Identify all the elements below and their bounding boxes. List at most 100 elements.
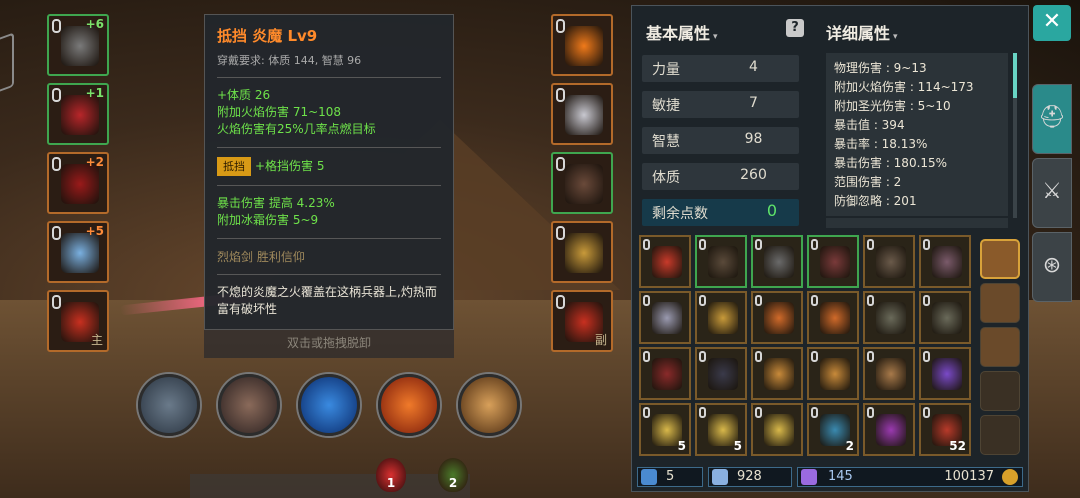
divider <box>217 147 441 148</box>
block-tag: 抵挡 <box>217 157 251 176</box>
right-equip-slot-3[interactable] <box>551 152 613 214</box>
detail-line: 物理伤害 : 9~13 <box>834 61 927 75</box>
detail-stats-list[interactable]: 物理伤害 : 9~13 附加火焰伤害 : 114~173 附加圣光伤害 : 5~… <box>826 53 1008 216</box>
lock-icon <box>755 239 762 250</box>
item-icon <box>876 358 906 390</box>
item-count: 5 <box>733 439 742 453</box>
emblem-icon: ⊛ <box>1042 253 1062 278</box>
bag-1-button[interactable] <box>980 239 1020 279</box>
item-count: 2 <box>845 439 854 453</box>
inventory-slot[interactable] <box>639 347 691 400</box>
lock-icon <box>867 351 874 362</box>
bag-5-button[interactable] <box>980 415 1020 455</box>
inventory-slot[interactable] <box>751 235 803 288</box>
bag-4-button[interactable] <box>980 371 1020 411</box>
inventory-slot[interactable] <box>863 403 915 456</box>
skill-fire-button[interactable] <box>378 374 440 436</box>
caret-icon: ▾ <box>893 32 898 42</box>
stat-name: 力量 <box>652 62 680 78</box>
lock-icon <box>923 295 930 306</box>
inventory-slot[interactable] <box>807 291 859 344</box>
tab-equipment[interactable]: ⛑ <box>1032 84 1072 154</box>
left-equip-slot-2[interactable]: +1 <box>47 83 109 145</box>
skill-sword-button[interactable] <box>138 374 200 436</box>
right-equip-slot-2[interactable] <box>551 83 613 145</box>
potion-button[interactable]: 1 <box>376 458 406 492</box>
soul-icon <box>712 469 728 485</box>
item-icon <box>708 358 738 390</box>
inventory-slot[interactable] <box>863 235 915 288</box>
tab-weapons[interactable]: ⚔ <box>1032 158 1072 228</box>
scrollbar-thumb[interactable] <box>1013 53 1017 98</box>
inventory-slot[interactable] <box>639 291 691 344</box>
inventory-slot[interactable] <box>751 403 803 456</box>
slot-label: 副 <box>594 333 607 347</box>
lock-icon <box>923 239 930 250</box>
right-equip-slot-4[interactable] <box>551 221 613 283</box>
potion-button[interactable]: 2 <box>438 458 468 492</box>
item-icon <box>932 246 962 278</box>
set-line: 烈焰剑 胜利信仰 <box>217 250 305 264</box>
skill-strike-button[interactable] <box>458 374 520 436</box>
detailed-attributes-title[interactable]: 详细属性 ▾ <box>826 20 898 44</box>
stat-wisdom: 智慧 98 <box>642 127 799 154</box>
item-title: 抵挡 炎魔 Lv9 <box>217 27 318 45</box>
inventory-slot[interactable] <box>863 291 915 344</box>
extra-bonus-line: 暴击伤害 提高 4.23% <box>217 196 335 210</box>
skill-dash-button[interactable] <box>298 374 360 436</box>
left-equip-slot-4[interactable]: +5 <box>47 221 109 283</box>
inventory-slot[interactable] <box>919 235 971 288</box>
lock-icon <box>52 295 61 309</box>
close-button[interactable]: ✕ <box>1033 5 1071 41</box>
item-icon <box>876 414 906 446</box>
bonus-line: 附加火焰伤害 71~108 <box>217 105 342 119</box>
inventory-slot[interactable] <box>639 235 691 288</box>
left-equip-slot-1[interactable]: +6 <box>47 14 109 76</box>
inventory-slot[interactable]: 2 <box>807 403 859 456</box>
inventory-slot[interactable] <box>695 291 747 344</box>
detail-stats-overflow <box>826 218 1008 228</box>
basic-attributes-title[interactable]: 基本属性 ▾ <box>646 20 718 44</box>
lock-icon <box>923 407 930 418</box>
inventory-slot[interactable] <box>695 235 747 288</box>
inventory-slot[interactable]: 5 <box>639 403 691 456</box>
item-count: 52 <box>949 439 966 453</box>
lock-icon <box>556 157 565 171</box>
gold-coin-icon <box>1002 469 1018 485</box>
inventory-slot[interactable] <box>919 347 971 400</box>
bag-3-button[interactable] <box>980 327 1020 367</box>
help-icon[interactable]: ? <box>786 19 804 37</box>
bonus-line: 火焰伤害有25%几率点燃目标 <box>217 122 376 136</box>
unequip-hint[interactable]: 双击或拖拽脱卸 <box>204 330 454 358</box>
stat-value: 4 <box>749 59 758 75</box>
tab-settings[interactable]: ⊛ <box>1032 232 1072 302</box>
inventory-slot[interactable] <box>919 291 971 344</box>
detail-scrollbar[interactable] <box>1013 53 1017 218</box>
inventory-slot[interactable] <box>751 347 803 400</box>
bag-2-button[interactable] <box>980 283 1020 323</box>
stat-constitution: 体质 260 <box>642 163 799 190</box>
potion-count: 1 <box>386 476 396 490</box>
inventory-slot[interactable] <box>807 347 859 400</box>
right-equip-slot-5[interactable]: 副 <box>551 290 613 352</box>
skill-beast-button[interactable] <box>218 374 280 436</box>
left-equip-slot-5[interactable]: 主 <box>47 290 109 352</box>
inventory-slot[interactable] <box>807 235 859 288</box>
inventory-slot[interactable]: 52 <box>919 403 971 456</box>
stat-name: 敏捷 <box>652 98 680 114</box>
inventory-slot[interactable] <box>695 347 747 400</box>
inventory-slot[interactable] <box>863 347 915 400</box>
crystals-value: 145 <box>828 469 853 484</box>
item-icon <box>764 246 794 278</box>
inventory-slot[interactable]: 5 <box>695 403 747 456</box>
right-equip-slot-1[interactable] <box>551 14 613 76</box>
detail-line: 附加火焰伤害 : 114~173 <box>834 80 974 94</box>
remaining-points: 剩余点数 0 <box>642 199 799 226</box>
block-bonus: +格挡伤害 5 <box>255 159 325 173</box>
souls-value: 928 <box>737 469 762 484</box>
inventory-slot[interactable] <box>751 291 803 344</box>
potion-count: 2 <box>448 476 458 490</box>
left-equip-slot-3[interactable]: +2 <box>47 152 109 214</box>
stat-name: 智慧 <box>652 134 680 150</box>
attribute-panel: 基本属性 ▾ ? 详细属性 ▾ 力量 4 敏捷 7 智慧 98 体质 260 剩余点… <box>631 5 1029 492</box>
